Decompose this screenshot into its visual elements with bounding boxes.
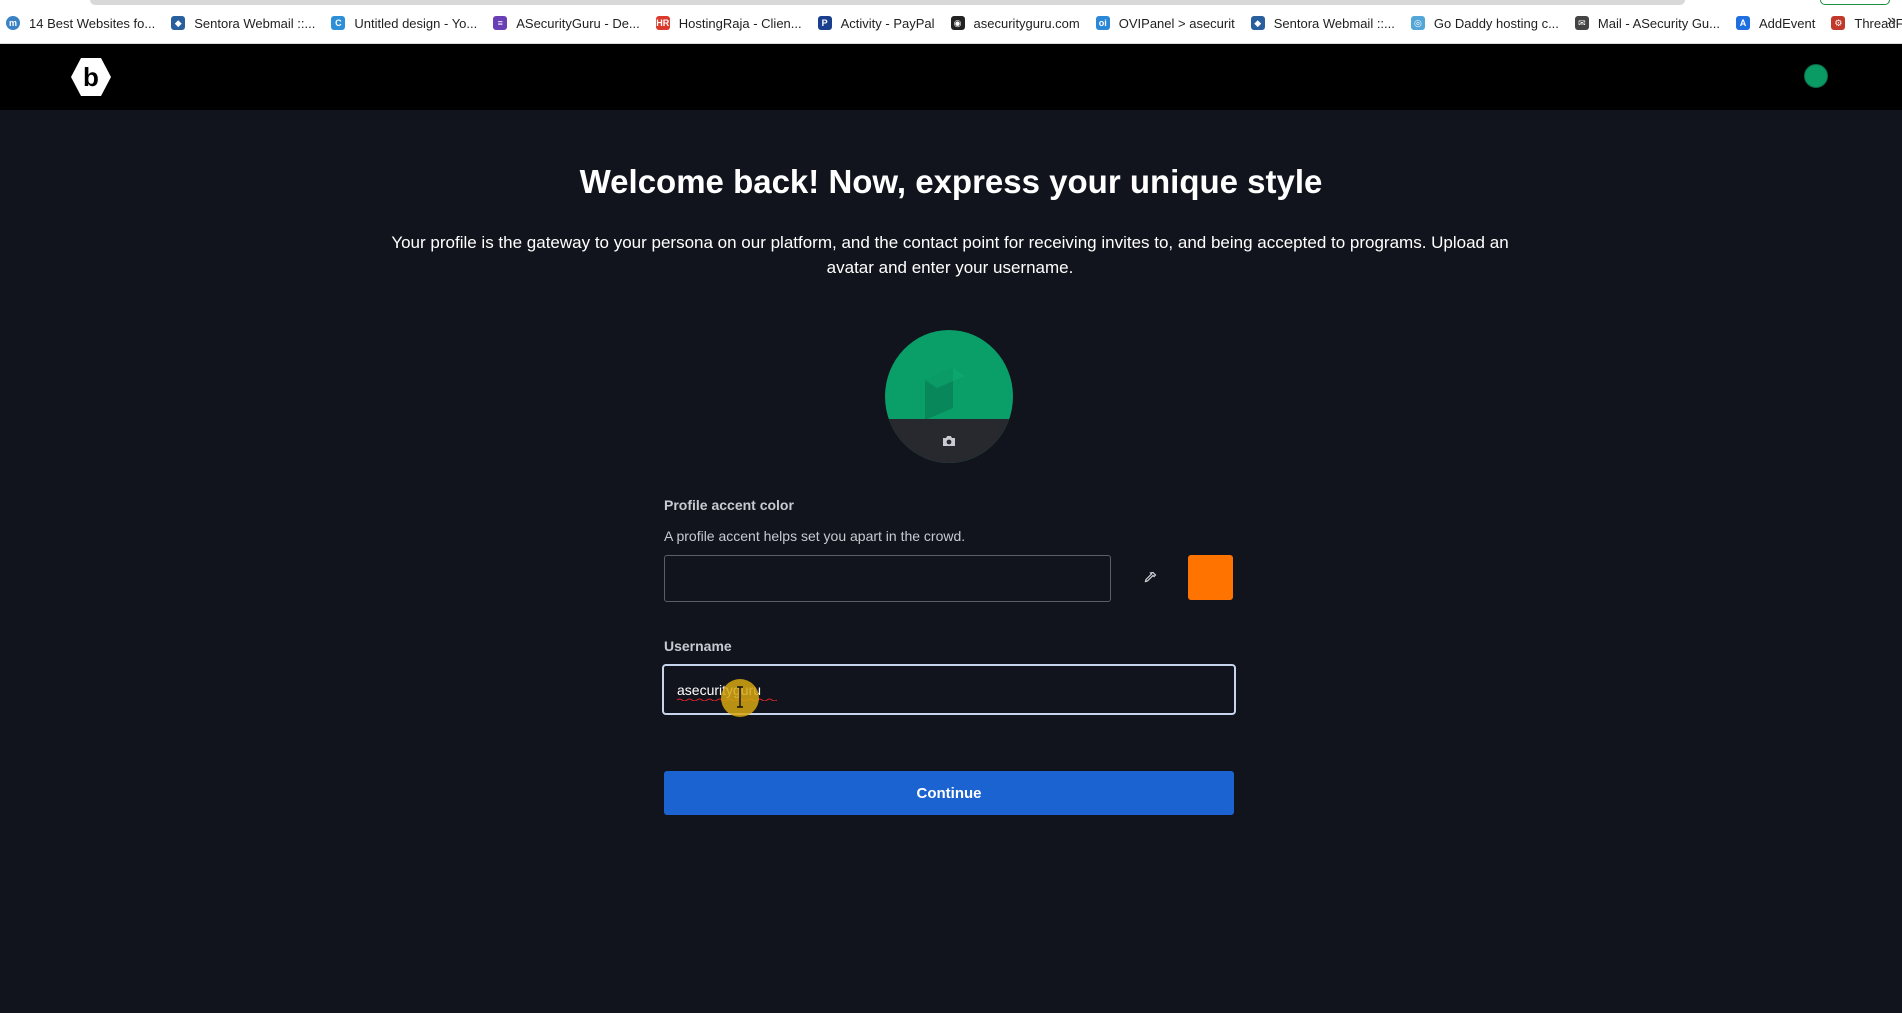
list-icon: ≡ — [493, 16, 508, 30]
avatar-upload[interactable] — [885, 330, 1013, 463]
paypal-icon: P — [817, 16, 832, 30]
page-title: Welcome back! Now, express your unique s… — [579, 163, 1323, 200]
bookmark-item[interactable]: oi OVIPanel > asecurit — [1090, 12, 1245, 34]
m-circle-icon: m — [6, 16, 20, 30]
hr-icon: HR — [655, 16, 670, 30]
bookmark-item[interactable]: m 14 Best Websites fo... — [0, 12, 165, 34]
globe-icon: ◆ — [1250, 16, 1265, 30]
world-icon: ◉ — [950, 16, 965, 30]
avatar-upload-overlay[interactable] — [885, 419, 1013, 463]
bookmark-label: Sentora Webmail ::... — [1273, 15, 1395, 31]
bookmark-item[interactable]: ◉ asecurityguru.com — [945, 12, 1090, 34]
addevent-icon: A — [1736, 16, 1750, 30]
bookmark-label: asecurityguru.com — [973, 15, 1080, 31]
accent-color-swatch[interactable] — [1188, 555, 1233, 600]
text-cursor-icon — [737, 686, 743, 708]
bookmark-item[interactable]: ✉ Mail - ASecurity Gu... — [1569, 12, 1730, 34]
bookmark-label: Sentora Webmail ::... — [194, 15, 316, 31]
logo-letter: b — [83, 62, 99, 92]
user-avatar-button[interactable] — [1804, 64, 1828, 88]
bookmark-item[interactable]: C Untitled design - Yo... — [325, 12, 487, 34]
mail-icon: ✉ — [1574, 16, 1589, 30]
bookmark-label: Activity - PayPal — [840, 15, 935, 31]
eyedropper-button[interactable] — [1138, 566, 1162, 590]
camera-icon — [943, 436, 955, 446]
bookmark-label: ThreadFix - Coalfire — [1854, 15, 1902, 31]
bookmarks-bar: m 14 Best Websites fo... ◆ Sentora Webmail … — [0, 0, 1902, 44]
spiral-icon: ◎ — [1410, 16, 1425, 30]
bookmark-label: Mail - ASecurity Gu... — [1597, 15, 1720, 31]
bookmark-item[interactable]: P Activity - PayPal — [812, 12, 945, 34]
hexagon-logo-icon: b — [71, 58, 111, 96]
profile-button-edge[interactable] — [1820, 0, 1890, 5]
bookmark-label: Untitled design - Yo... — [354, 15, 478, 31]
globe-icon: ◆ — [171, 16, 186, 30]
bookmark-label: HostingRaja - Clien... — [678, 15, 802, 31]
username-label: Username — [664, 638, 732, 654]
threadfix-icon: ⚙ — [1831, 16, 1846, 30]
bookmark-item[interactable]: ≡ ASecurityGuru - De... — [487, 12, 650, 34]
bookmark-item[interactable]: A AddEvent — [1730, 12, 1825, 34]
accent-color-input[interactable] — [664, 555, 1111, 602]
page-description: Your profile is the gateway to your pers… — [391, 233, 1509, 277]
bookmark-item[interactable]: ◎ Go Daddy hosting c... — [1405, 12, 1569, 34]
eyedropper-icon — [1144, 571, 1157, 583]
bookmark-label: OVIPanel > asecurit — [1118, 15, 1235, 31]
bookmark-item[interactable]: ◆ Sentora Webmail ::... — [165, 12, 325, 34]
continue-button[interactable]: Continue — [664, 771, 1234, 815]
bookmarks-list: m 14 Best Websites fo... ◆ Sentora Webmail … — [0, 12, 1902, 34]
app-header: b — [0, 44, 1902, 110]
accent-color-hint: A profile accent helps set you apart in … — [664, 528, 966, 544]
bookmark-item[interactable]: ◆ Sentora Webmail ::... — [1245, 12, 1405, 34]
more-bookmarks-button[interactable]: » — [1887, 12, 1896, 30]
bookmark-label: ASecurityGuru - De... — [516, 15, 640, 31]
canva-icon: C — [331, 16, 346, 30]
bookmark-label: Go Daddy hosting c... — [1433, 15, 1559, 31]
address-bar-edge — [90, 0, 1685, 5]
bookmark-label: 14 Best Websites fo... — [29, 15, 156, 31]
bugcrowd-logo[interactable]: b — [70, 56, 112, 98]
accent-color-label: Profile accent color — [664, 497, 794, 513]
bookmark-item[interactable]: HR HostingRaja - Clien... — [650, 12, 812, 34]
bookmark-label: AddEvent — [1759, 15, 1816, 31]
ovi-icon: oi — [1095, 16, 1110, 30]
